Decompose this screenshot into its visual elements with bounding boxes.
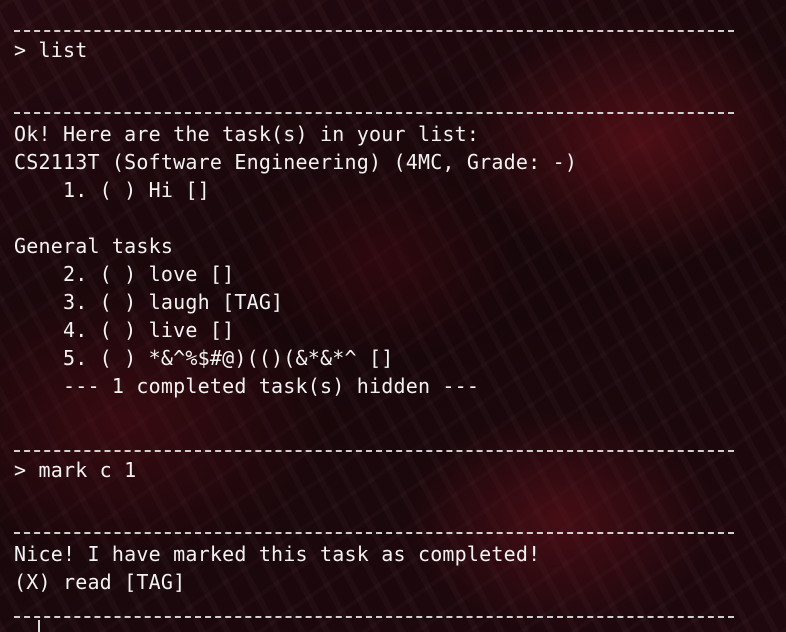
task-item: 4. ( ) live [] [14, 318, 235, 342]
text-cursor [38, 620, 40, 632]
separator-line [14, 112, 734, 114]
response-message: Nice! I have marked this task as complet… [14, 542, 541, 566]
general-tasks-heading: General tasks [14, 234, 174, 258]
separator-line [14, 450, 734, 452]
task-item: 3. ( ) laugh [TAG] [14, 290, 284, 314]
module-heading: CS2113T (Software Engineering) (4MC, Gra… [14, 150, 578, 174]
command-line-mark: > mark c 1 [14, 458, 137, 482]
separator-line [14, 616, 734, 618]
task-item: 1. ( ) Hi [] [14, 178, 210, 202]
completed-task-item: (X) read [TAG] [14, 570, 186, 594]
task-item: 2. ( ) love [] [14, 262, 235, 286]
separator-line [14, 30, 734, 32]
terminal-window[interactable]: > list Ok! Here are the task(s) in your … [0, 0, 786, 632]
command-line-list: > list [14, 38, 88, 62]
separator-line [14, 532, 734, 534]
hidden-tasks-note: --- 1 completed task(s) hidden --- [14, 374, 480, 398]
task-item: 5. ( ) *&^%$#@)(()(&*&*^ [] [14, 346, 394, 370]
response-header: Ok! Here are the task(s) in your list: [14, 122, 480, 146]
